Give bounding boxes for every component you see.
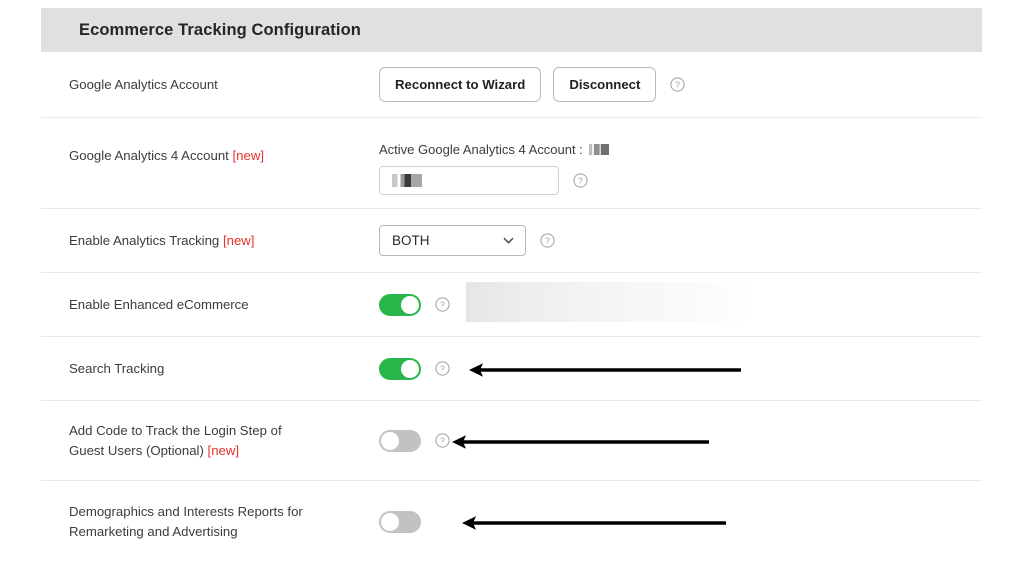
row-label-google-analytics-account: Google Analytics Account: [69, 75, 379, 95]
ga4-account-input[interactable]: [379, 166, 559, 195]
help-circle-icon[interactable]: ?: [435, 433, 450, 448]
row-label-enable-enhanced-ecommerce: Enable Enhanced eCommerce: [69, 295, 379, 315]
page-title: Ecommerce Tracking Configuration: [79, 20, 361, 39]
label-text: Enable Enhanced eCommerce: [69, 296, 249, 312]
label-text: Search Tracking: [69, 360, 165, 376]
svg-text:?: ?: [440, 364, 445, 374]
selected-option-label: BOTH: [392, 233, 430, 248]
label-text-line-2: Guest Users (Optional): [69, 442, 204, 458]
row-enable-analytics-tracking: Enable Analytics Tracking [new] BOTH ?: [41, 209, 982, 273]
analytics-tracking-select[interactable]: BOTH: [379, 225, 526, 256]
row-label-google-analytics-4-account: Google Analytics 4 Account [new]: [69, 142, 379, 166]
left-arrow-annotation: [469, 360, 741, 380]
redaction-overlay: [466, 281, 752, 322]
label-text-line-1: Demographics and Interests Reports for: [69, 504, 303, 519]
row-label-search-tracking: Search Tracking: [69, 359, 379, 379]
toggle-knob: [401, 359, 419, 378]
help-circle-icon[interactable]: ?: [435, 297, 450, 312]
help-circle-icon[interactable]: ?: [573, 173, 588, 188]
analytics-tracking-select-wrap: BOTH: [379, 225, 526, 256]
row-control-enable-analytics-tracking: BOTH ?: [379, 225, 982, 256]
new-badge: [new]: [207, 442, 240, 458]
ecommerce-tracking-configuration-panel: Ecommerce Tracking Configuration Google …: [41, 8, 982, 563]
toggle-knob: [381, 513, 399, 531]
toggle-knob: [381, 431, 399, 450]
active-ga4-account-text: Active Google Analytics 4 Account :: [379, 142, 583, 157]
label-text: Enable Analytics Tracking: [69, 232, 220, 248]
new-badge: [new]: [222, 232, 255, 248]
label-text: Google Analytics 4 Account: [69, 148, 229, 163]
help-circle-icon[interactable]: ?: [540, 233, 555, 248]
row-google-analytics-account: Google Analytics Account Reconnect to Wi…: [41, 52, 982, 118]
chevron-down-icon: [502, 234, 515, 247]
toggle-knob: [401, 295, 419, 314]
svg-text:?: ?: [545, 236, 550, 246]
help-circle-icon[interactable]: ?: [435, 361, 450, 376]
row-control-google-analytics-account: Reconnect to Wizard Disconnect ?: [379, 67, 982, 102]
svg-text:?: ?: [440, 436, 445, 446]
track-login-step-toggle[interactable]: [379, 429, 421, 452]
enhanced-ecommerce-toggle[interactable]: [379, 293, 421, 316]
svg-text:?: ?: [578, 176, 583, 186]
disconnect-button[interactable]: Disconnect: [553, 67, 657, 102]
active-ga4-account-line: Active Google Analytics 4 Account :: [379, 142, 609, 157]
redacted-account-value: [588, 144, 609, 155]
new-badge: [new]: [232, 148, 265, 163]
left-arrow-annotation: [462, 513, 726, 533]
panel-header: Ecommerce Tracking Configuration: [41, 8, 982, 52]
row-label-track-login-step: Add Code to Track the Login Step of Gues…: [69, 421, 379, 461]
row-control-demographics-interests-reports: [379, 511, 982, 533]
label-text: Google Analytics Account: [69, 76, 218, 92]
row-control-enable-enhanced-ecommerce: ?: [379, 281, 982, 322]
demographics-reports-toggle[interactable]: [379, 511, 421, 533]
row-google-analytics-4-account: Google Analytics 4 Account [new] Active …: [41, 118, 982, 209]
label-text-line-1: Add Code to Track the Login Step of: [69, 422, 282, 438]
redacted-input-value: [392, 174, 422, 187]
left-arrow-annotation: [452, 432, 709, 452]
row-control-search-tracking: ?: [379, 357, 982, 380]
ga4-account-block: Active Google Analytics 4 Account : ?: [379, 142, 609, 195]
help-circle-icon[interactable]: ?: [670, 77, 686, 92]
row-control-google-analytics-4-account: Active Google Analytics 4 Account : ?: [379, 142, 982, 195]
ga4-input-line: ?: [379, 166, 609, 195]
row-search-tracking: Search Tracking ?: [41, 337, 982, 401]
label-text-line-2: Remarketing and Advertising: [69, 524, 238, 539]
row-label-demographics-interests-reports: Demographics and Interests Reports for R…: [69, 502, 379, 542]
search-tracking-toggle[interactable]: [379, 357, 421, 380]
row-enable-enhanced-ecommerce: Enable Enhanced eCommerce ?: [41, 273, 982, 337]
svg-text:?: ?: [676, 80, 681, 90]
row-control-track-login-step: ?: [379, 429, 982, 452]
row-track-login-step: Add Code to Track the Login Step of Gues…: [41, 401, 982, 481]
svg-text:?: ?: [440, 300, 445, 310]
row-label-enable-analytics-tracking: Enable Analytics Tracking [new]: [69, 231, 379, 251]
row-demographics-interests-reports: Demographics and Interests Reports for R…: [41, 481, 982, 563]
reconnect-to-wizard-button[interactable]: Reconnect to Wizard: [379, 67, 542, 102]
